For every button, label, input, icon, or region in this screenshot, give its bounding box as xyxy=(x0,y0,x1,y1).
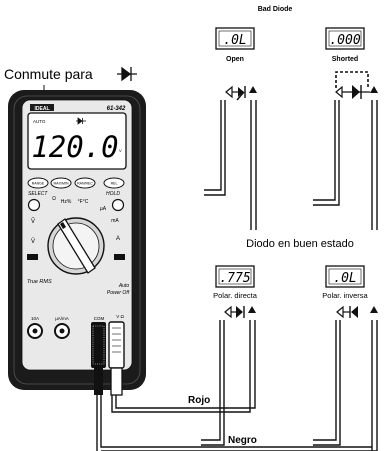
shorted-label: Shorted xyxy=(332,56,358,63)
black-lead-label: Negro xyxy=(228,435,257,446)
bad-diode-title: Bad Diode xyxy=(258,6,293,13)
warning-badge-right xyxy=(114,254,125,260)
select-label: SELECT xyxy=(28,191,48,197)
lcd-auto-indicator: AUTO xyxy=(33,119,46,124)
jack-v-label: V Ω xyxy=(116,314,124,319)
shorted-diode-icon xyxy=(335,85,378,99)
red-lead-label: Rojo xyxy=(188,395,210,406)
dial-label-ua: µA xyxy=(100,206,107,212)
open-circuit xyxy=(204,91,257,230)
true-rms-label: True RMS xyxy=(27,279,52,285)
model-number: 61-342 xyxy=(107,106,126,112)
forward-display-value: .775 xyxy=(219,271,250,286)
lcd-display: AUTO 120.0 V xyxy=(27,112,127,170)
multimeter: IDEAL 61-342 AUTO 120.0 V RANGE MAX/MIN … xyxy=(8,90,146,396)
power-off-label: Power Off xyxy=(107,290,130,296)
brand-logo: IDEAL xyxy=(35,106,50,112)
range-button-label: RANGE xyxy=(32,182,45,186)
forward-diode-icon xyxy=(224,305,256,319)
forward-display: .775 xyxy=(215,265,255,288)
jack-com-label: COM xyxy=(94,316,105,321)
reverse-display-value: .0L xyxy=(333,271,356,286)
rotary-selector-dial[interactable] xyxy=(47,217,105,275)
shorted-display-value: .000 xyxy=(329,33,360,48)
reverse-circuit xyxy=(313,320,378,451)
good-diode-title: Diodo en buen estado xyxy=(246,238,354,250)
lcd-reading: 120.0 xyxy=(31,130,118,164)
dial-label-v-ac: Ṽ xyxy=(31,218,35,225)
dial-label-temp: °F°C xyxy=(78,199,89,205)
rel-button-label: REL xyxy=(111,182,118,186)
ran-rec-button-label: RAN/REC xyxy=(77,182,93,186)
dial-label-ohm: Ω xyxy=(52,196,56,202)
dial-label-ma: mA xyxy=(111,218,119,224)
reverse-display: .0L xyxy=(325,265,365,288)
switch-to-label: Conmute para xyxy=(4,66,93,82)
auto-label: Auto xyxy=(118,283,130,289)
hold-button[interactable] xyxy=(111,198,125,212)
open-diode-icon xyxy=(225,85,257,99)
warning-badge-left xyxy=(27,254,38,260)
switch-diode-icon xyxy=(117,66,137,82)
open-display: .0L xyxy=(215,27,255,50)
jack-ua-ma-label: µA/mA xyxy=(55,316,69,321)
open-label: Open xyxy=(226,56,244,63)
jack-10a-label: 10A xyxy=(31,316,39,321)
hold-label: HOLD xyxy=(106,191,120,197)
dial-label-hz: Hz% xyxy=(61,199,72,205)
red-probe-plug xyxy=(108,321,125,396)
diode-test-diagram: Bad Diode .0L Open .000 Shorted Conmute … xyxy=(4,6,378,451)
dial-label-a: A xyxy=(116,236,120,242)
forward-bias-label: Polar. directa xyxy=(213,291,258,300)
open-display-value: .0L xyxy=(223,33,246,48)
shorted-circuit xyxy=(313,100,378,230)
max-min-button-label: MAX/MIN xyxy=(54,182,69,186)
lcd-unit: V xyxy=(119,148,122,153)
select-button[interactable] xyxy=(27,198,41,212)
shorted-display: .000 xyxy=(325,27,365,50)
reverse-diode-icon xyxy=(336,305,378,319)
reverse-bias-label: Polar. inversa xyxy=(322,291,368,300)
forward-circuit xyxy=(201,320,256,446)
dial-label-v-dc: V̄ xyxy=(31,238,35,245)
